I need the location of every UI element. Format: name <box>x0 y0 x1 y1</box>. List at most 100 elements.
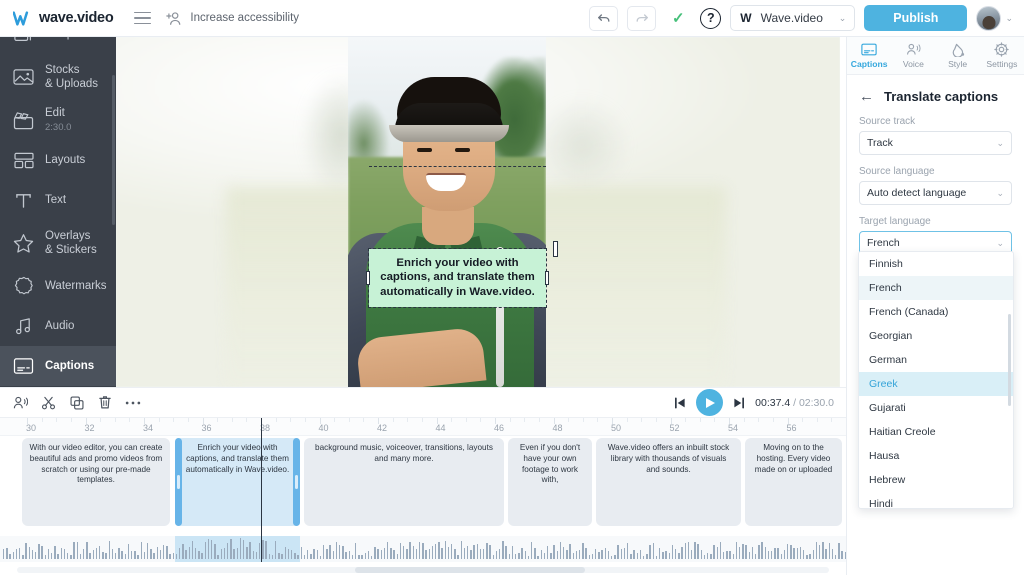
waveform-bar <box>780 554 782 559</box>
dropdown-option[interactable]: Hebrew <box>859 468 1013 492</box>
select-source-track[interactable]: Track ⌄ <box>859 131 1012 155</box>
trash-icon[interactable] <box>92 392 117 414</box>
dropdown-option[interactable]: Hausa <box>859 444 1013 468</box>
play-button[interactable] <box>696 389 724 416</box>
skip-previous-icon[interactable] <box>674 397 686 409</box>
sidebar-item-captions[interactable]: Captions <box>0 346 116 386</box>
dropdown-scrollbar[interactable] <box>1008 314 1011 406</box>
waveform-bar <box>268 554 270 559</box>
undo-button[interactable] <box>589 5 619 31</box>
playhead[interactable] <box>261 418 263 562</box>
dropdown-option[interactable]: Gujarati <box>859 396 1013 420</box>
select-source-language[interactable]: Auto detect language ⌄ <box>859 181 1012 205</box>
timeline-ruler[interactable]: 30 32 34 36 38 40 42 44 46 48 50 52 54 56 <box>0 418 846 436</box>
caption-overlay[interactable]: Enrich your video with captions, and tra… <box>366 248 549 308</box>
waveform-bar <box>755 554 757 559</box>
waveform-bar <box>275 540 277 559</box>
sidebar-item-watermarks[interactable]: Watermarks <box>0 266 116 306</box>
dropdown-option[interactable]: Hindi <box>859 492 1013 508</box>
target-language-dropdown[interactable]: Finnish French French (Canada) Georgian Germ… <box>858 251 1014 509</box>
ruler-tick-minor <box>56 418 58 422</box>
account-menu[interactable]: ⌄ <box>976 5 1013 31</box>
back-arrow-icon[interactable]: ← <box>859 89 874 104</box>
waveform-bar <box>633 549 635 559</box>
dropdown-option[interactable]: French <box>859 276 1013 300</box>
tab-style[interactable]: Style <box>936 37 980 74</box>
timeline[interactable]: 30 32 34 36 38 40 42 44 46 48 50 52 54 56 With our vi… <box>0 418 846 575</box>
waveform-bar <box>729 551 731 559</box>
help-button[interactable]: ? <box>700 7 722 29</box>
waveform-bar <box>143 552 146 559</box>
image-icon <box>12 66 35 89</box>
sidebar-item-text[interactable]: Text <box>0 180 116 220</box>
waveform-bar <box>387 542 389 559</box>
current-time: 00:37.4 <box>755 396 791 409</box>
audio-waveform-track[interactable] <box>0 536 846 562</box>
dropdown-option[interactable]: Finnish <box>859 252 1013 276</box>
selection-handle-right[interactable] <box>553 241 558 257</box>
timeline-clip[interactable]: Enrich your video with captions, and tra… <box>175 438 300 526</box>
waveform-bar <box>223 548 226 559</box>
waveform-bar <box>790 544 792 559</box>
caption-handle-left[interactable] <box>366 271 370 285</box>
timeline-clip[interactable]: Even if you don't have your own footage … <box>508 438 592 526</box>
duplicate-icon[interactable] <box>64 392 89 414</box>
dropdown-option[interactable]: German <box>859 348 1013 372</box>
gear-icon <box>994 42 1010 57</box>
timeline-clip[interactable]: background music, voiceover, transitions… <box>304 438 504 526</box>
sidebar-scrollbar[interactable] <box>112 75 115 225</box>
timeline-clip[interactable]: With our video editor, you can create be… <box>22 438 170 526</box>
voiceover-icon[interactable] <box>8 392 33 414</box>
waveform-bar <box>483 549 485 559</box>
sidebar-item-templates[interactable]: Templates <box>0 37 116 54</box>
undo-arrow-icon <box>597 13 610 22</box>
dropdown-option[interactable]: French (Canada) <box>859 300 1013 324</box>
paint-drop-icon <box>950 42 965 57</box>
publish-button[interactable]: Publish <box>864 5 968 31</box>
dropdown-option[interactable]: Haitian Creole <box>859 420 1013 444</box>
sidebar-item-audio[interactable]: Audio <box>0 306 116 346</box>
tab-captions[interactable]: Captions <box>847 37 891 74</box>
increase-accessibility-button[interactable]: Increase accessibility <box>165 11 299 26</box>
waveform-bar <box>127 544 130 559</box>
more-dots-icon[interactable] <box>120 392 145 414</box>
brand-logo[interactable]: wave.video <box>0 10 114 26</box>
saved-status-button[interactable]: ✓ <box>665 6 691 31</box>
clip-handle-right[interactable] <box>293 438 300 526</box>
skip-next-icon[interactable] <box>733 397 745 409</box>
tab-voice[interactable]: Voice <box>891 37 935 74</box>
timeline-scrollbar-thumb[interactable] <box>355 567 585 573</box>
dropdown-option[interactable]: Greek <box>859 372 1013 396</box>
total-time: 02:30.0 <box>798 396 834 409</box>
redo-button[interactable] <box>627 5 657 31</box>
ruler-tick-minor <box>714 418 716 422</box>
scissors-icon[interactable] <box>36 392 61 414</box>
waveform-bar <box>319 555 322 559</box>
sidebar-item-layouts[interactable]: Layouts <box>0 140 116 180</box>
sidebar-item-overlays-stickers[interactable]: Overlays & Stickers <box>0 220 116 266</box>
video-canvas[interactable]: Enrich your video with captions, and tra… <box>116 37 840 387</box>
hamburger-icon[interactable] <box>134 11 152 25</box>
waveform-bar <box>787 543 789 559</box>
waveform-bar <box>665 550 667 559</box>
ruler-tick-minor <box>758 418 760 422</box>
waveform-bar <box>675 548 677 559</box>
caption-handle-right[interactable] <box>545 271 549 285</box>
ruler-tick-minor <box>217 418 219 422</box>
chevron-down-icon: ⌄ <box>996 137 1004 148</box>
dropdown-option[interactable]: Georgian <box>859 324 1013 348</box>
waveform-bar <box>662 551 664 559</box>
sidebar-item-storyboard[interactable]: Storyboard <box>0 386 116 387</box>
text-icon <box>12 189 35 212</box>
waveform-bar <box>207 538 210 559</box>
clip-handle-left[interactable] <box>175 438 182 526</box>
timeline-clip[interactable]: Moving on to the hosting. Every video ma… <box>745 438 842 526</box>
waveform-bar <box>188 546 190 559</box>
sidebar-item-edit[interactable]: Edit 2:30.0 <box>0 100 116 140</box>
tab-settings[interactable]: Settings <box>980 37 1024 74</box>
timeline-clip[interactable]: Wave.video offers an inbuilt stock libra… <box>596 438 741 526</box>
tab-label-voice: Voice <box>902 59 924 69</box>
project-selector[interactable]: W Wave.video ⌄ <box>730 5 856 31</box>
waveform-bar <box>25 542 27 559</box>
sidebar-item-stocks-uploads[interactable]: Stocks & Uploads <box>0 54 116 100</box>
